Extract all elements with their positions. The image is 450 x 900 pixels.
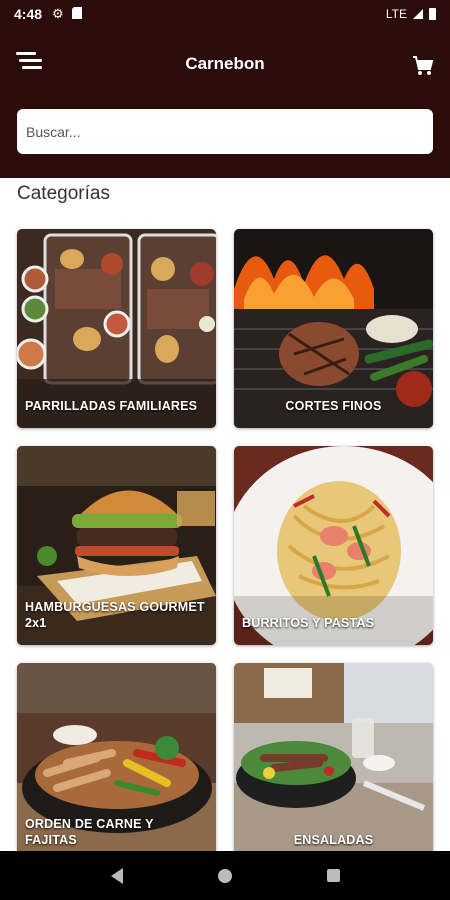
sd-card-icon — [71, 6, 82, 22]
system-nav-bar — [0, 851, 450, 900]
category-label: BURRITOS Y PASTAS — [242, 616, 375, 630]
back-icon[interactable] — [110, 867, 123, 884]
search-box[interactable] — [17, 109, 433, 154]
category-card-burritos-pastas[interactable]: BURRITOS Y PASTAS — [234, 446, 433, 645]
cart-button[interactable] — [412, 56, 434, 76]
category-label: CORTES FINOS — [285, 399, 382, 413]
app-bar: Carnebon — [0, 28, 450, 178]
network-label: LTE — [385, 7, 407, 21]
app-title: Carnebon — [185, 54, 265, 73]
category-card-ensaladas[interactable]: ENSALADAS — [234, 663, 433, 862]
category-card-hamburguesas[interactable]: HAMBURGUESAS GOURMET 2x1 — [17, 446, 216, 645]
category-card-cortes-finos[interactable]: CORTES FINOS — [234, 229, 433, 428]
signal-icon — [413, 9, 423, 19]
category-card-carne-fajitas[interactable]: ORDEN DE CARNE Y FAJITAS — [17, 663, 216, 862]
cart-icon — [413, 56, 434, 75]
status-bar: 4:48 ⚙ LTE — [0, 0, 450, 28]
gear-icon: ⚙ — [52, 6, 64, 21]
category-label: HAMBURGUESAS GOURMET 2x1 — [25, 600, 205, 630]
category-card-parrilladas[interactable]: PARRILLADAS FAMILIARES — [17, 229, 216, 428]
recent-apps-icon[interactable] — [326, 869, 340, 882]
search-input[interactable] — [26, 123, 424, 140]
section-title: Categorías — [17, 183, 110, 204]
category-label: ORDEN DE CARNE Y FAJITAS — [25, 817, 154, 847]
category-label: PARRILLADAS FAMILIARES — [25, 399, 198, 413]
status-time: 4:48 — [14, 6, 43, 22]
home-icon[interactable] — [217, 868, 232, 883]
category-label: ENSALADAS — [293, 833, 374, 847]
battery-icon — [429, 8, 436, 20]
